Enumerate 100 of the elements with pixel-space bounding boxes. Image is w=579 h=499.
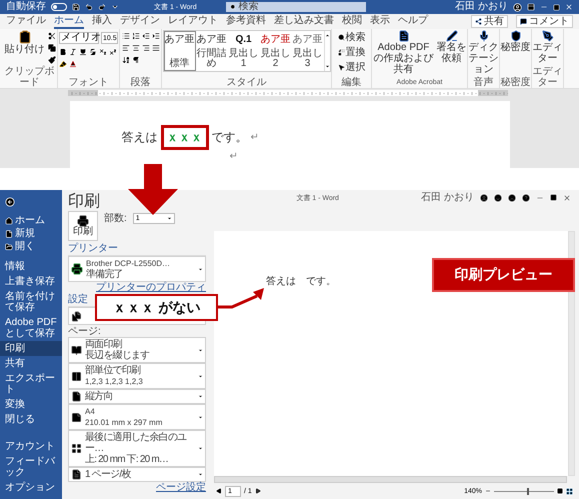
print-setting[interactable]: A4 210.01 mm x 297 mm: [68, 404, 206, 430]
bullets-icon[interactable]: [122, 32, 130, 40]
pointer-arrow: [218, 288, 264, 308]
align-center-icon[interactable]: [132, 44, 140, 52]
sidebar-item[interactable]: 新規: [0, 227, 62, 240]
align-right-icon[interactable]: [142, 44, 150, 52]
scroll-down-icon[interactable]: [324, 64, 330, 69]
edit-command[interactable]: 検索: [338, 32, 366, 43]
page-setup-link[interactable]: ページ設定: [68, 482, 206, 493]
autosave-toggle[interactable]: [51, 3, 67, 11]
sidebar-item[interactable]: Adobe PDF として保存: [0, 315, 62, 341]
group-label: クリップボード: [4, 66, 56, 88]
dropdown-icon[interactable]: [111, 3, 119, 11]
brush-icon[interactable]: [48, 56, 56, 64]
horizontal-scrollbar[interactable]: [214, 476, 567, 483]
next-page-icon[interactable]: [254, 488, 261, 494]
font-field[interactable]: メイリオ: [59, 32, 99, 44]
edit-command[interactable]: 選択: [338, 62, 366, 73]
edit-command[interactable]: 置換: [338, 47, 366, 58]
print-button[interactable]: 印刷: [68, 211, 98, 241]
group-label: 秘密度: [500, 77, 530, 88]
indent-icon[interactable]: [152, 32, 160, 40]
pages-label: ページ:: [68, 326, 101, 336]
sidebar-item[interactable]: エクスポート: [0, 371, 62, 397]
help-icon[interactable]: [522, 194, 530, 202]
save-icon[interactable]: [72, 3, 80, 11]
previous-page-icon[interactable]: [216, 488, 222, 494]
copy-icon[interactable]: [48, 44, 56, 52]
scroll-up-icon[interactable]: [324, 33, 330, 38]
print-setting[interactable]: 縦方向: [68, 389, 206, 404]
superscript-icon[interactable]: [109, 48, 117, 56]
sidebar-item[interactable]: 上書き保存: [0, 274, 62, 289]
strikethrough-icon[interactable]: [89, 48, 97, 56]
style-option[interactable]: あア亜 標準: [164, 31, 196, 71]
sidebar-item[interactable]: 共有: [0, 356, 62, 371]
sidebar-item[interactable]: 名前を付けて保存: [0, 289, 62, 315]
sidebar-item[interactable]: 印刷: [0, 341, 62, 356]
restore-icon[interactable]: [550, 194, 557, 201]
sidebar-item[interactable]: 開く: [0, 240, 62, 253]
print-setting[interactable]: 部単位で印刷 1,2,3 1,2,3 1,2,3: [68, 363, 206, 389]
ribbon-tab[interactable]: ヘルプ: [398, 14, 428, 29]
printer-properties-link[interactable]: プリンターのプロパティ: [68, 282, 206, 293]
numbering-icon[interactable]: [132, 32, 140, 40]
ribbon-tab[interactable]: 校閲: [342, 14, 362, 29]
bold-icon[interactable]: [59, 48, 67, 56]
ribbon-button[interactable]: 署名を依頼: [436, 30, 466, 64]
search-icon: [230, 4, 236, 10]
italic-icon[interactable]: [69, 48, 77, 56]
ribbon-tab[interactable]: ファイル: [6, 14, 46, 29]
ribbon-options-icon[interactable]: [527, 3, 535, 11]
caret-icon: [198, 266, 203, 272]
microphone-icon: [478, 30, 490, 42]
highlighter-icon[interactable]: [59, 60, 67, 68]
ribbon-button[interactable]: エディター: [532, 30, 562, 64]
sort-icon[interactable]: [122, 56, 130, 64]
comment-button[interactable]: コメント: [516, 15, 573, 28]
ribbon-button[interactable]: Adobe PDF の作成および共有: [372, 30, 434, 75]
sidebar-item[interactable]: フィードバック: [0, 454, 62, 480]
font-color-icon[interactable]: [69, 60, 77, 68]
back-icon[interactable]: [5, 197, 15, 207]
sidebar-item[interactable]: アカウント: [0, 439, 62, 454]
sidebar-item[interactable]: オプション: [0, 480, 62, 495]
ribbon-tab[interactable]: 挿入: [92, 14, 112, 29]
align-left-icon[interactable]: [122, 44, 130, 52]
ribbon-tab[interactable]: デザイン: [120, 14, 160, 29]
close-icon[interactable]: [563, 194, 571, 202]
ribbon-tab[interactable]: レイアウト: [168, 14, 218, 29]
smile-icon[interactable]: [494, 194, 502, 202]
portrait-page-icon: [71, 391, 82, 402]
document-text: 答えは: [122, 129, 158, 146]
ribbon-button[interactable]: ディクテーション: [468, 30, 498, 75]
print-setting[interactable]: 最後に適用した余白のユー… 上: 20 mm 下: 20 m…: [68, 430, 206, 467]
outdent-icon[interactable]: [142, 32, 150, 40]
sidebar-item[interactable]: ホーム: [0, 214, 62, 227]
share-button[interactable]: 共有: [471, 15, 508, 28]
pilcrow-icon[interactable]: [132, 56, 140, 64]
sidebar-item[interactable]: 変換: [0, 397, 62, 412]
frown-icon[interactable]: [508, 194, 516, 202]
print-setting[interactable]: 両面印刷 長辺を綴じます: [68, 337, 206, 363]
print-setting[interactable]: 1 ページ/枚: [68, 467, 206, 482]
ribbon-button[interactable]: 秘密度: [500, 30, 530, 53]
home-icon: [5, 216, 13, 224]
fit-page-icon[interactable]: [566, 488, 573, 494]
sidebar-item[interactable]: 情報: [0, 259, 62, 274]
ribbon-tab[interactable]: 表示: [370, 14, 390, 29]
underline-icon[interactable]: [79, 48, 87, 56]
ribbon-tab[interactable]: 参考資料: [226, 14, 266, 29]
paper-icon: [71, 412, 82, 422]
avatar-icon[interactable]: [480, 194, 488, 202]
paste-button[interactable]: 貼り付け: [4, 30, 46, 55]
undo-icon[interactable]: [85, 3, 93, 11]
subscript-icon[interactable]: [99, 48, 107, 56]
search-field[interactable]: 検索: [226, 2, 366, 12]
redo-icon[interactable]: [98, 3, 106, 11]
ribbon-tab[interactable]: 差し込み文書: [274, 14, 334, 29]
zoom-out-icon[interactable]: [485, 488, 491, 494]
justify-icon[interactable]: [152, 44, 160, 52]
printer-select[interactable]: Brother DCP-L2550D… 準備完了: [68, 256, 206, 282]
scissors-icon[interactable]: [48, 32, 56, 40]
sidebar-item[interactable]: 閉じる: [0, 412, 62, 427]
